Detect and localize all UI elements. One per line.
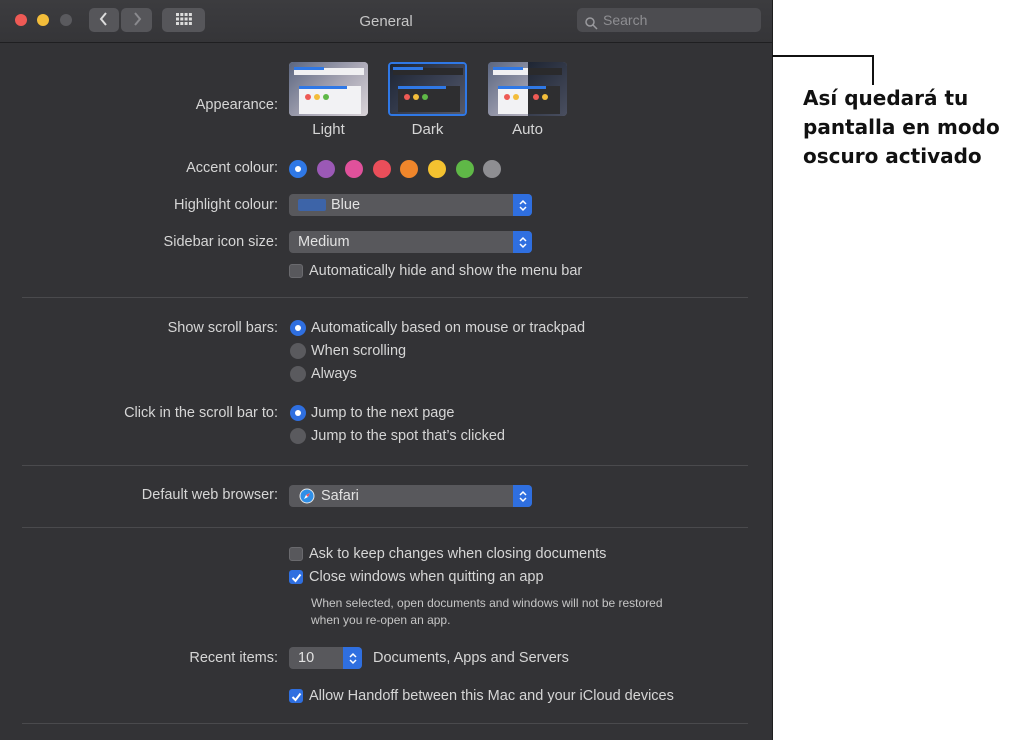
menubar-autohide-checkbox[interactable] [289, 264, 303, 278]
section-divider [22, 723, 748, 724]
scroll-bars-when-scrolling-radio[interactable] [290, 343, 306, 359]
accent-swatch-purple[interactable] [317, 160, 335, 178]
accent-swatch-graphite[interactable] [483, 160, 501, 178]
safari-compass-icon [299, 488, 315, 511]
scroll-bars-always-radio[interactable] [290, 366, 306, 382]
ask-keep-changes-label: Ask to keep changes when closing documen… [309, 546, 607, 562]
appearance-light-option[interactable] [289, 62, 368, 116]
accent-swatch-pink[interactable] [345, 160, 363, 178]
recent-items-label: Recent items: [189, 650, 278, 666]
section-divider [22, 465, 748, 466]
section-divider [22, 527, 748, 528]
title-bar: General Search [0, 0, 772, 43]
click-scroll-spot-radio[interactable] [290, 428, 306, 444]
click-scroll-spot-label: Jump to the spot that’s clicked [311, 428, 505, 444]
ask-keep-changes-checkbox[interactable] [289, 547, 303, 561]
popup-arrows-icon [513, 194, 532, 216]
search-input[interactable]: Search [577, 8, 761, 32]
sidebar-icon-size-value: Medium [298, 234, 350, 250]
checkmark-icon [291, 690, 302, 708]
appearance-dark-option[interactable] [388, 62, 467, 116]
popup-arrows-icon [513, 485, 532, 507]
accent-swatch-orange[interactable] [400, 160, 418, 178]
scroll-bars-auto-radio[interactable] [290, 320, 306, 336]
click-scroll-next-page-label: Jump to the next page [311, 405, 455, 421]
default-browser-label: Default web browser: [141, 487, 278, 503]
annotation-pointer-line [772, 55, 874, 57]
scroll-bars-always-label: Always [311, 366, 357, 382]
accent-swatch-red[interactable] [373, 160, 391, 178]
appearance-auto-option[interactable] [488, 62, 567, 116]
close-windows-label: Close windows when quitting an app [309, 569, 544, 585]
sidebar-icon-size-label: Sidebar icon size: [163, 234, 278, 250]
scroll-bars-auto-label: Automatically based on mouse or trackpad [311, 320, 586, 336]
annotation-line-1: Así quedará tu [803, 86, 969, 110]
close-windows-note-line2: when you re-open an app. [311, 613, 451, 627]
appearance-label: Appearance: [195, 97, 278, 113]
accent-swatch-yellow[interactable] [428, 160, 446, 178]
handoff-label: Allow Handoff between this Mac and your … [309, 688, 674, 704]
appearance-auto-label: Auto [512, 121, 543, 138]
accent-swatch-blue[interactable] [289, 160, 307, 178]
annotation-text: Así quedará tu pantalla en modo oscuro a… [803, 84, 1000, 171]
appearance-dark-label: Dark [411, 121, 444, 138]
highlight-colour-label: Highlight colour: [174, 197, 278, 213]
recent-items-stepper[interactable]: 10 [289, 647, 362, 669]
annotation-line-2: pantalla en modo [803, 115, 1000, 139]
close-windows-note-line1: When selected, open documents and window… [311, 596, 663, 610]
search-icon [585, 13, 598, 37]
checkmark-icon [291, 571, 302, 589]
annotation-pointer-tick [872, 55, 874, 85]
popup-arrows-icon [513, 231, 532, 253]
section-divider [22, 297, 748, 298]
show-scroll-bars-label: Show scroll bars: [167, 320, 278, 336]
close-windows-checkbox[interactable] [289, 570, 303, 584]
highlight-colour-swatch [298, 199, 326, 211]
click-scroll-bar-label: Click in the scroll bar to: [124, 405, 278, 421]
highlight-colour-popup[interactable]: Blue [289, 194, 532, 216]
appearance-light-label: Light [312, 121, 345, 138]
default-browser-value: Safari [321, 488, 359, 504]
annotation-line-3: oscuro activado [803, 144, 982, 168]
system-preferences-window: General Search Appearance: Light Dark Au… [0, 0, 773, 740]
default-browser-popup[interactable]: Safari [289, 485, 532, 507]
sidebar-icon-size-popup[interactable]: Medium [289, 231, 532, 253]
scroll-bars-when-scrolling-label: When scrolling [311, 343, 407, 359]
popup-arrows-icon [343, 647, 362, 669]
search-placeholder: Search [603, 12, 648, 28]
recent-items-value: 10 [298, 650, 315, 666]
accent-swatch-green[interactable] [456, 160, 474, 178]
menubar-autohide-label: Automatically hide and show the menu bar [309, 263, 583, 279]
selected-dot [295, 166, 301, 172]
accent-colour-label: Accent colour: [186, 160, 278, 176]
handoff-checkbox[interactable] [289, 689, 303, 703]
highlight-colour-value: Blue [331, 197, 361, 213]
click-scroll-next-page-radio[interactable] [290, 405, 306, 421]
recent-items-suffix: Documents, Apps and Servers [373, 650, 569, 666]
